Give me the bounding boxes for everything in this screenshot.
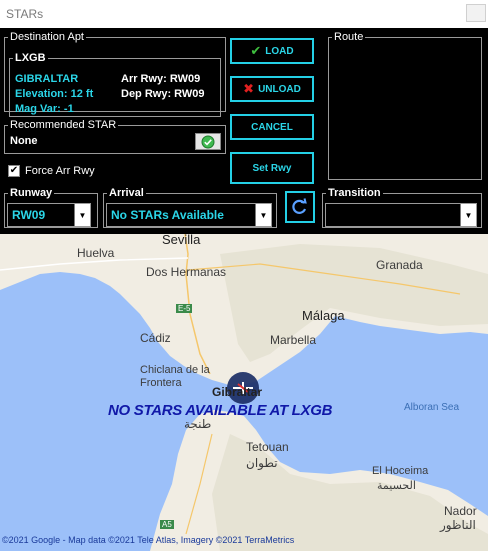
chevron-down-icon: ▼ <box>460 204 476 226</box>
recommended-star-group: Recommended STAR None <box>4 120 226 154</box>
airport-elevation: Elevation: 12 ft <box>15 88 94 100</box>
map-view[interactable]: Sevilla Huelva Dos Hermanas Granada Mála… <box>0 234 488 551</box>
title-bar: STARs <box>0 0 488 28</box>
map-label-tetouan: Tetouan <box>246 440 289 454</box>
arrival-group: Arrival No STARs Available ▼ <box>103 188 277 228</box>
map-label-alhoceima: El Hoceima <box>372 465 429 477</box>
road-a5-badge: A5 <box>160 520 174 529</box>
refresh-icon <box>292 198 307 214</box>
map-label-granada: Granada <box>376 258 423 272</box>
check-circle-icon <box>201 135 215 148</box>
unload-button[interactable]: ✖ UNLOAD <box>230 76 314 102</box>
transition-select[interactable]: ▼ <box>325 203 477 227</box>
transition-group: Transition ▼ <box>322 188 482 228</box>
map-label-huelva: Huelva <box>77 246 115 260</box>
load-button[interactable]: ✔ LOAD <box>230 38 314 64</box>
arrival-select-value: No STARs Available <box>111 208 224 222</box>
refresh-button[interactable] <box>285 191 315 223</box>
check-icon: ✔ <box>250 43 262 58</box>
airport-magvar: Mag Var: -1 <box>15 103 74 115</box>
route-group: Route <box>328 32 482 180</box>
map-label-cadiz: Cádiz <box>140 331 171 345</box>
map-label-dos-hermanas: Dos Hermanas <box>146 265 227 279</box>
map-label-gibraltar: Gibraltar <box>212 385 263 399</box>
route-legend: Route <box>334 31 364 43</box>
chevron-down-icon: ▼ <box>74 204 90 226</box>
recommended-star-value: None <box>10 135 38 147</box>
map-label-chiclana: Chiclana de la Frontera <box>140 364 210 389</box>
runway-select[interactable]: RW09 ▼ <box>7 203 91 227</box>
map-label-sevilla: Sevilla <box>162 234 201 247</box>
map-label-marbella: Marbella <box>270 333 317 347</box>
airport-name: GIBRALTAR <box>15 73 79 85</box>
x-icon: ✖ <box>243 81 255 96</box>
close-button[interactable] <box>466 4 486 22</box>
window-title: STARs <box>6 7 44 21</box>
force-arr-rwy-checkbox[interactable]: ✔ <box>8 165 20 177</box>
map-label-tangier-ar: طنجة <box>184 417 212 431</box>
destination-apt-legend: Destination Apt <box>10 31 84 43</box>
arrival-legend: Arrival <box>109 187 144 199</box>
airport-icao: LXGB <box>15 52 46 64</box>
arrival-select[interactable]: No STARs Available ▼ <box>106 203 272 227</box>
road-e5-badge: E-5 <box>176 304 193 313</box>
no-stars-message: NO STARS AVAILABLE AT LXGB <box>108 402 333 419</box>
map-label-nador: Nador <box>444 504 477 518</box>
dep-rwy: Dep Rwy: RW09 <box>121 88 205 100</box>
apply-recommended-button[interactable] <box>195 133 221 150</box>
set-rwy-button-label: Set Rwy <box>252 162 292 174</box>
map-label-alboran-sea: Alboran Sea <box>404 402 460 413</box>
destination-apt-group: Destination Apt LXGB GIBRALTAR Elevation… <box>4 31 226 117</box>
cancel-button[interactable]: CANCEL <box>230 114 314 140</box>
map-label-tetouan-ar: تطوان <box>246 456 278 470</box>
map-label-alhoceima-ar: الحسيمة <box>377 480 416 492</box>
unload-button-label: UNLOAD <box>258 83 301 95</box>
load-button-label: LOAD <box>265 45 294 57</box>
arr-rwy: Arr Rwy: RW09 <box>121 73 201 85</box>
runway-group: Runway RW09 ▼ <box>4 188 98 228</box>
cancel-button-label: CANCEL <box>251 121 293 133</box>
transition-legend: Transition <box>328 187 381 199</box>
set-rwy-button[interactable]: Set Rwy <box>230 152 314 184</box>
map-credit: ©2021 Google - Map data ©2021 Tele Atlas… <box>2 535 295 545</box>
force-arr-rwy-label: Force Arr Rwy <box>25 165 95 177</box>
runway-legend: Runway <box>10 187 53 199</box>
map-label-nador-ar: الناظور <box>440 518 476 532</box>
map-label-malaga: Málaga <box>302 308 345 323</box>
airport-info-group: LXGB GIBRALTAR Elevation: 12 ft Mag Var:… <box>9 53 221 117</box>
chevron-down-icon: ▼ <box>255 204 271 226</box>
recommended-star-legend: Recommended STAR <box>10 119 117 131</box>
runway-select-value: RW09 <box>12 208 46 222</box>
control-panel: Destination Apt LXGB GIBRALTAR Elevation… <box>0 28 488 234</box>
